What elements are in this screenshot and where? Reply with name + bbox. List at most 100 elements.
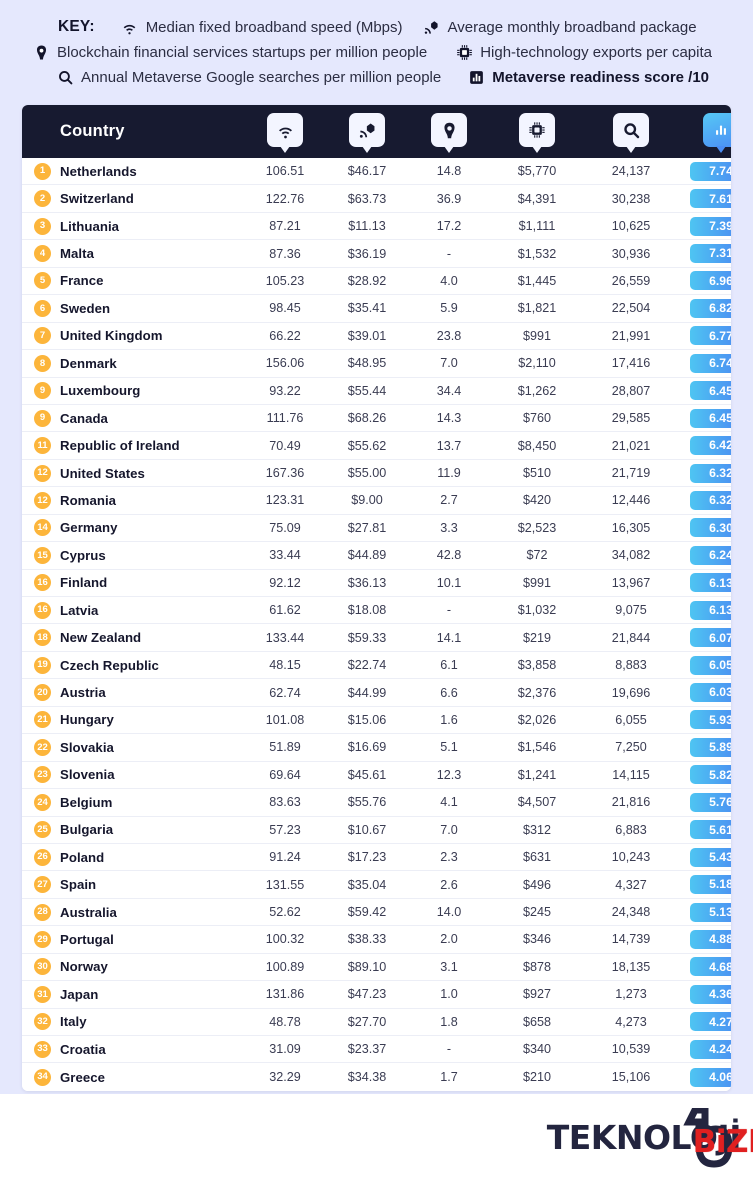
country-cell: 9 Luxembourg	[22, 382, 244, 400]
blockchain-startups-value: 11.9	[437, 466, 461, 481]
google-searches-value: 28,807	[611, 383, 651, 398]
rank-badge: 27	[34, 876, 51, 894]
readiness-score-cell: 4.68	[678, 957, 731, 977]
google-searches-value: 8,883	[615, 658, 647, 673]
median-speed-value: 31.09	[269, 1042, 301, 1057]
key-item-label: Annual Metaverse Google searches per mil…	[81, 68, 442, 86]
google-searches-value: 17,416	[611, 356, 651, 371]
median-speed-value: 91.24	[269, 850, 301, 865]
monthly-package-value: $10.67	[347, 822, 387, 837]
country-cell: 16 Finland	[22, 574, 244, 592]
google-searches-value: 4,327	[615, 877, 647, 892]
key-item-google-searches: Annual Metaverse Google searches per mil…	[56, 68, 441, 86]
google-searches-value: 14,115	[612, 767, 650, 782]
readiness-score-cell: 5.76	[678, 792, 731, 812]
hightech-exports-value: $760	[522, 411, 552, 426]
google-searches-value: 6,055	[615, 712, 647, 727]
readiness-score-cell: 5.18	[678, 875, 731, 895]
key-row-3: Annual Metaverse Google searches per mil…	[22, 68, 731, 86]
country-cell: 34 Greece	[22, 1068, 244, 1086]
key-item-blockchain-startups: Blockchain financial services startups p…	[32, 43, 427, 61]
score-badge: 5.82	[690, 765, 731, 785]
monthly-package-value: $39.01	[347, 328, 387, 343]
hightech-exports-value: $878	[522, 959, 552, 974]
rank-badge: 7	[34, 327, 51, 345]
monthly-package-value: $15.06	[347, 712, 387, 727]
country-cell: 32 Italy	[22, 1013, 244, 1031]
country-name: Republic of Ireland	[60, 438, 180, 454]
column-header-median-speed	[244, 105, 326, 158]
key-legend: KEY: Median fixed broadband speed (Mbps)	[0, 0, 753, 103]
table-row: 9 Canada 111.76 $68.26 14.3 $760 29,585 6.45	[22, 404, 731, 433]
google-searches-value: 34,082	[611, 548, 651, 563]
median-speed-value: 75.09	[269, 520, 301, 535]
readiness-score-cell: 4.36	[678, 984, 731, 1004]
readiness-score-cell: 5.93	[678, 710, 731, 730]
rank-badge: 34	[34, 1068, 51, 1086]
score-badge: 7.31	[690, 244, 731, 264]
country-name: Denmark	[60, 355, 117, 371]
score-badge: 6.82	[690, 298, 731, 318]
hightech-exports-value: $219	[522, 630, 552, 645]
google-searches-value: 10,539	[611, 1042, 651, 1057]
wifi-icon	[121, 18, 139, 36]
hightech-exports-value: $312	[522, 822, 552, 837]
score-badge: 6.24	[690, 545, 731, 565]
readiness-score-cell: 5.43	[678, 847, 731, 867]
rank-badge: 23	[34, 766, 51, 784]
rank-badge: 11	[34, 437, 51, 455]
monthly-package-value: $11.13	[348, 219, 386, 234]
table-row: 29 Portugal 100.32 $38.33 2.0 $346 14,739 4.88	[22, 926, 731, 954]
score-badge: 5.13	[690, 902, 731, 922]
table-row: 25 Bulgaria 57.23 $10.67 7.0 $312 6,883 5.61	[22, 816, 731, 844]
table-row: 3 Lithuania 87.21 $11.13 17.2 $1,111 10,625 7.3…	[22, 212, 731, 241]
google-searches-value: 1,273	[615, 987, 647, 1002]
rank-badge: 33	[34, 1040, 51, 1058]
median-speed-value: 98.45	[269, 301, 301, 316]
monthly-package-value: $28.92	[347, 273, 387, 288]
blockchain-startups-value: -	[446, 603, 452, 618]
column-header-monthly-package	[326, 105, 408, 158]
readiness-score-cell: 4.24	[678, 1039, 731, 1059]
readiness-score-cell: 6.05	[678, 655, 731, 675]
rank-badge: 22	[34, 738, 51, 756]
readiness-score-cell: 6.24	[678, 545, 731, 565]
country-name: Finland	[60, 575, 108, 591]
google-searches-value: 21,816	[611, 795, 651, 810]
readiness-score-cell: 7.31	[678, 244, 731, 264]
readiness-score-cell: 6.32	[678, 490, 731, 510]
rank-badge: 16	[34, 574, 51, 592]
country-name: United Kingdom	[60, 328, 163, 344]
rank-badge: 14	[34, 519, 51, 537]
monthly-package-value: $44.99	[347, 685, 387, 700]
table-row: 18 New Zealand 133.44 $59.33 14.1 $219 21,844 6…	[22, 624, 731, 652]
blockchain-startups-value: 2.6	[440, 877, 458, 892]
table-row: 34 Greece 32.29 $34.38 1.7 $210 15,106 4.06	[22, 1063, 731, 1091]
google-searches-value: 4,273	[615, 1014, 647, 1029]
hightech-exports-value: $658	[522, 1014, 552, 1029]
score-badge: 7.74	[690, 161, 731, 181]
rank-badge: 9	[34, 409, 51, 427]
hightech-exports-value: $346	[522, 932, 552, 947]
table-row: 19 Czech Republic 48.15 $22.74 6.1 $3,858 8,88…	[22, 651, 731, 680]
median-speed-value: 100.32	[265, 932, 305, 947]
readiness-score-cell: 6.45	[678, 381, 731, 401]
rank-badge: 30	[34, 958, 51, 976]
readiness-score-cell: 6.13	[678, 573, 731, 593]
hightech-exports-value: $991	[522, 328, 552, 343]
hightech-exports-value: $496	[522, 877, 552, 892]
country-cell: 23 Slovenia	[22, 766, 244, 784]
table-row: 23 Slovenia 69.64 $45.61 12.3 $1,241 14,115 5.8…	[22, 761, 731, 790]
readiness-score-cell: 5.82	[678, 765, 731, 785]
score-badge: 6.74	[690, 353, 731, 373]
table-row: 24 Belgium 83.63 $55.76 4.1 $4,507 21,816 5.76	[22, 789, 731, 817]
monthly-package-value: $59.42	[347, 905, 387, 920]
country-cell: 3 Lithuania	[22, 217, 244, 235]
hightech-exports-value: $340	[522, 1042, 552, 1057]
monthly-package-value: $38.33	[347, 932, 387, 947]
country-name: Spain	[60, 877, 97, 893]
watermark-overlay: BiZDEYiZ	[692, 1124, 753, 1160]
table-header-row: Country	[22, 105, 731, 158]
rank-badge: 26	[34, 848, 51, 866]
blockchain-startups-value: 14.3	[436, 411, 462, 426]
